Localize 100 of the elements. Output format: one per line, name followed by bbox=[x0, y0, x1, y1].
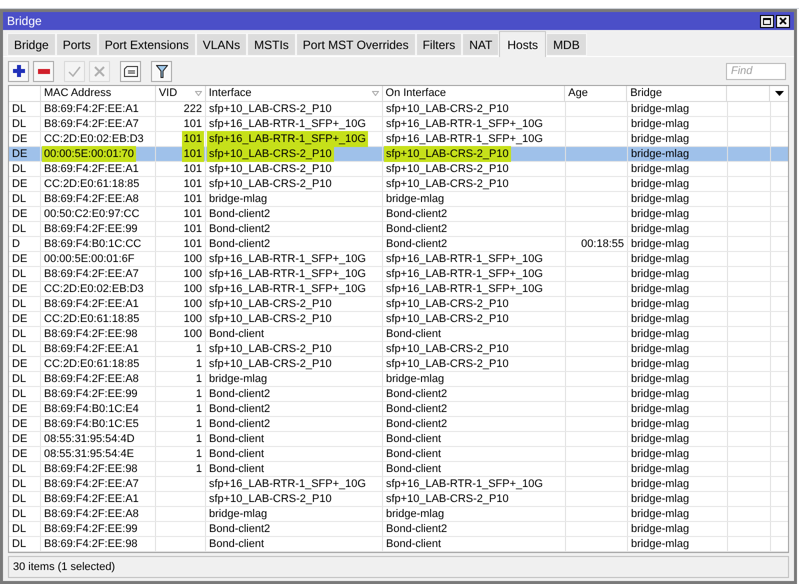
table-cell-text: bridge-mlag bbox=[631, 176, 690, 192]
column-header[interactable]: On Interface bbox=[382, 86, 566, 101]
table-cell: DE bbox=[9, 177, 41, 191]
tab[interactable]: MDB bbox=[546, 33, 587, 56]
table-cell: DE bbox=[9, 132, 41, 146]
table-cell-text: bridge-mlag bbox=[631, 462, 690, 477]
table-cell-text: sfp+16_LAB-RTR-1_SFP+_10G bbox=[386, 476, 543, 492]
table-cell-text: B8:69:F4:2F:EE:A1 bbox=[44, 296, 139, 312]
table-cell-text: 100 bbox=[184, 282, 202, 297]
table-cell-text: Bond-client bbox=[386, 446, 442, 462]
table-cell-text: sfp+16_LAB-RTR-1_SFP+_10G bbox=[209, 252, 366, 267]
table-cell: sfp+16_LAB-RTR-1_SFP+_10G bbox=[207, 130, 368, 148]
table-row[interactable]: DE CC:2D:E0:61:18:85 101 sfp+10_LAB-CRS-2_P10 sfp+10_LAB-CRS-2_P10 bridge-mlag bbox=[9, 177, 788, 192]
table-row[interactable]: DL B8:69:F4:2F:EE:A8 bridge-mlag bridge-mlag bridge-mlag bbox=[9, 507, 788, 522]
table-row[interactable]: DL B8:69:F4:2F:EE:A7 100 sfp+16_LAB-RTR-1_SFP+_10G sfp+16_LAB-RTR-1_SFP+_10G bridge-mlag bbox=[9, 267, 788, 282]
table-cell-text: B8:69:F4:2F:EE:A7 bbox=[44, 116, 139, 132]
table-cell-text: sfp+10_LAB-CRS-2_P10 bbox=[386, 342, 509, 357]
table-cell-text: sfp+10_LAB-CRS-2_P10 bbox=[209, 162, 332, 177]
close-button[interactable] bbox=[776, 14, 790, 28]
table-cell-text: bridge-mlag bbox=[631, 492, 690, 507]
table-cell: DE bbox=[9, 282, 41, 296]
comment-button[interactable] bbox=[120, 60, 141, 82]
table-row[interactable]: DE B8:69:F4:B0:1C:E4 1 Bond-client2 Bond-client2 bridge-mlag bbox=[9, 402, 788, 417]
table-cell-text: 1 bbox=[196, 356, 202, 372]
tab[interactable]: Ports bbox=[56, 33, 98, 56]
column-header[interactable]: Age bbox=[565, 86, 628, 101]
table-cell-text: bridge-mlag bbox=[631, 132, 690, 147]
column-header[interactable]: VID bbox=[156, 86, 206, 101]
table-cell-text: 1 bbox=[196, 342, 202, 357]
table-row[interactable]: DL B8:69:F4:2F:EE:A7 sfp+16_LAB-RTR-1_SFP+_10G sfp+16_LAB-RTR-1_SFP+_10G bridge-mlag bbox=[9, 477, 788, 492]
table-row[interactable]: DL B8:69:F4:2F:EE:A1 101 sfp+10_LAB-CRS-2_P10 sfp+10_LAB-CRS-2_P10 bridge-mlag bbox=[9, 162, 788, 177]
table-row[interactable]: DL B8:69:F4:2F:EE:A8 1 bridge-mlag bridge-mlag bridge-mlag bbox=[9, 372, 788, 387]
table-cell-text: CC:2D:E0:02:EB:D3 bbox=[44, 282, 144, 297]
table-row[interactable]: DE 00:00:5E:00:01:70 101 sfp+10_LAB-CRS-2_P10 sfp+10_LAB-CRS-2_P10 bridge-mlag bbox=[9, 147, 788, 162]
tab[interactable]: VLANs bbox=[196, 33, 248, 56]
close-icon bbox=[779, 17, 787, 25]
table-cell-text: Bond-client bbox=[209, 326, 264, 342]
tab[interactable]: Port MST Overrides bbox=[296, 33, 416, 56]
table-row[interactable]: DL B8:69:F4:2F:EE:A1 sfp+10_LAB-CRS-2_P10 sfp+10_LAB-CRS-2_P10 bridge-mlag bbox=[9, 492, 788, 507]
maximize-button[interactable] bbox=[760, 14, 774, 28]
table-row[interactable]: DL B8:69:F4:2F:EE:A1 100 sfp+10_LAB-CRS-2_P10 sfp+10_LAB-CRS-2_P10 bridge-mlag bbox=[9, 297, 788, 312]
table-cell-text: sfp+10_LAB-CRS-2_P10 bbox=[209, 312, 332, 327]
table-cell-text: sfp+10_LAB-CRS-2_P10 bbox=[386, 492, 509, 507]
table-cell-text: B8:69:F4:2F:EE:A8 bbox=[44, 372, 139, 387]
tab[interactable]: NAT bbox=[462, 33, 500, 56]
table-row[interactable]: DE CC:2D:E0:61:18:85 100 sfp+10_LAB-CRS-2_P10 sfp+10_LAB-CRS-2_P10 bridge-mlag bbox=[9, 312, 788, 327]
table-cell-text: sfp+16_LAB-RTR-1_SFP+_10G bbox=[386, 132, 543, 147]
table-row[interactable]: DL B8:69:F4:2F:EE:A1 1 sfp+10_LAB-CRS-2_P10 sfp+10_LAB-CRS-2_P10 bridge-mlag bbox=[9, 342, 788, 357]
add-button[interactable] bbox=[8, 60, 29, 82]
table-row[interactable]: DE 00:50:C2:E0:97:CC 101 Bond-client2 Bond-client2 bridge-mlag bbox=[9, 207, 788, 222]
table-cell-text: sfp+16_LAB-RTR-1_SFP+_10G bbox=[209, 266, 366, 282]
table-cell-text: Bond-client2 bbox=[386, 236, 448, 252]
table-row[interactable]: DL B8:69:F4:2F:EE:99 1 Bond-client2 Bond-client2 bridge-mlag bbox=[9, 387, 788, 402]
table-cell-text: B8:69:F4:2F:EE:99 bbox=[44, 522, 138, 537]
table-cell-text: 101 bbox=[184, 192, 202, 207]
table-cell-text: bridge-mlag bbox=[631, 206, 690, 222]
table-row[interactable]: DE CC:2D:E0:61:18:85 1 sfp+10_LAB-CRS-2_P10 sfp+10_LAB-CRS-2_P10 bridge-mlag bbox=[9, 357, 788, 372]
table-cell-text: Bond-client bbox=[209, 446, 264, 462]
table-row[interactable]: DL B8:69:F4:2F:EE:98 1 Bond-client Bond-client bridge-mlag bbox=[9, 462, 788, 477]
table-row[interactable]: DL B8:69:F4:2F:EE:98 100 Bond-client Bond-client bridge-mlag bbox=[9, 327, 788, 342]
table-row[interactable]: DE 08:55:31:95:54:4E 1 Bond-client Bond-client bridge-mlag bbox=[9, 447, 788, 462]
table-cell-text: Bond-client bbox=[386, 432, 442, 447]
table-row[interactable]: DE CC:2D:E0:02:EB:D3 100 sfp+16_LAB-RTR-1_SFP+_10G sfp+16_LAB-RTR-1_SFP+_10G bridge-mlag bbox=[9, 282, 788, 297]
tab[interactable]: Bridge bbox=[7, 33, 56, 56]
tab[interactable]: MSTIs bbox=[247, 33, 296, 56]
table-cell: DE bbox=[9, 252, 41, 266]
table-cell: DE bbox=[9, 432, 41, 446]
table-cell-text: bridge-mlag bbox=[631, 296, 690, 312]
table-cell: DE bbox=[9, 207, 41, 221]
table-cell: sfp+10_LAB-CRS-2_P10 bbox=[384, 146, 511, 162]
table-cell-text: Bond-client2 bbox=[386, 416, 448, 432]
table-cell-text: B8:69:F4:2F:EE:98 bbox=[44, 462, 138, 477]
table-row[interactable]: DL B8:69:F4:2F:EE:98 Bond-client Bond-client bridge-mlag bbox=[9, 537, 788, 552]
table-cell: DL bbox=[9, 192, 41, 206]
table-row[interactable]: DL B8:69:F4:2F:EE:99 101 Bond-client2 Bond-client2 bridge-mlag bbox=[9, 222, 788, 237]
table-cell: DL bbox=[9, 387, 41, 401]
table-cell-text: B8:69:F4:B0:1C:E4 bbox=[44, 402, 139, 417]
table-row[interactable]: DE 08:55:31:95:54:4D 1 Bond-client Bond-client bridge-mlag bbox=[9, 432, 788, 447]
table-row[interactable]: DL B8:69:F4:2F:EE:A1 222 sfp+10_LAB-CRS-2_P10 sfp+10_LAB-CRS-2_P10 bridge-mlag bbox=[9, 102, 788, 117]
table-row[interactable]: DE 00:00:5E:00:01:6F 100 sfp+16_LAB-RTR-1_SFP+_10G sfp+16_LAB-RTR-1_SFP+_10G bridge-mlag bbox=[9, 252, 788, 267]
table-cell: DL bbox=[9, 117, 41, 131]
tab[interactable]: Port Extensions bbox=[98, 33, 196, 56]
table-row[interactable]: DE B8:69:F4:B0:1C:E5 1 Bond-client2 Bond-client2 bridge-mlag bbox=[9, 417, 788, 432]
remove-button[interactable] bbox=[33, 60, 54, 82]
table-row[interactable]: DL B8:69:F4:2F:EE:99 Bond-client2 Bond-client2 bridge-mlag bbox=[9, 522, 788, 537]
table-row[interactable]: DL B8:69:F4:2F:EE:A8 101 bridge-mlag bridge-mlag bridge-mlag bbox=[9, 192, 788, 207]
column-header[interactable]: Interface bbox=[206, 86, 383, 101]
column-header[interactable]: MAC Address bbox=[40, 86, 156, 101]
table-cell-text: sfp+10_LAB-CRS-2_P10 bbox=[386, 296, 509, 312]
table-cell-text: bridge-mlag bbox=[631, 522, 690, 537]
column-header[interactable]: Bridge bbox=[627, 86, 728, 101]
table-cell: DL bbox=[9, 297, 41, 311]
check-icon bbox=[68, 66, 81, 76]
table-cell: DL bbox=[9, 507, 41, 521]
table-cell-text: Bond-client2 bbox=[386, 386, 448, 402]
tab[interactable]: Hosts bbox=[499, 31, 546, 57]
tab[interactable]: Filters bbox=[416, 33, 462, 56]
table-row[interactable]: D B8:69:F4:B0:1C:CC 101 Bond-client2 Bond-client2 00:18:55 bridge-mlag bbox=[9, 237, 788, 252]
find-field[interactable]: Find bbox=[726, 62, 786, 80]
filter-button[interactable] bbox=[151, 60, 172, 82]
